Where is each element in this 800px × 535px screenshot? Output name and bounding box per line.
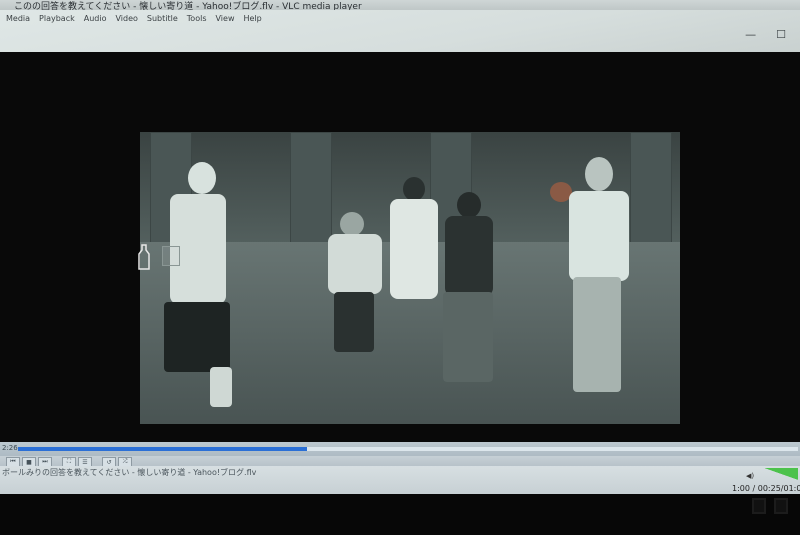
video-person xyxy=(320,212,390,362)
window-controls: — ☐ xyxy=(745,28,786,41)
menu-video[interactable]: Video xyxy=(115,14,137,23)
vlc-window: このの回答を教えてください - 懐しい寄り道 - Yahoo!ブログ.flv -… xyxy=(0,0,800,500)
status-time: 1:00 / 00:25/01:00 xyxy=(732,484,800,493)
menu-media[interactable]: Media xyxy=(6,14,30,23)
menu-view[interactable]: View xyxy=(216,14,235,23)
seek-time: 2:26 xyxy=(2,444,18,452)
bottle-icon xyxy=(138,244,150,270)
menu-help[interactable]: Help xyxy=(243,14,261,23)
projection-surround xyxy=(0,494,800,535)
menu-playback[interactable]: Playback xyxy=(39,14,75,23)
volume-slider[interactable] xyxy=(764,468,798,480)
menu-subtitle[interactable]: Subtitle xyxy=(147,14,178,23)
cursor-widget xyxy=(162,246,180,266)
seek-progress-fill xyxy=(18,447,307,451)
status-media-title: ボールみりの回答を教えてください - 懐しい寄り道 - Yahoo!ブログ.fl… xyxy=(2,468,257,477)
minimize-button[interactable]: — xyxy=(745,28,756,41)
menu-bar: Media Playback Audio Video Subtitle Tool… xyxy=(0,10,800,52)
video-person xyxy=(150,162,240,412)
window-title: このの回答を教えてください - 懐しい寄り道 - Yahoo!ブログ.flv -… xyxy=(14,2,362,10)
video-person xyxy=(555,157,640,417)
status-bar: ボールみりの回答を教えてください - 懐しい寄り道 - Yahoo!ブログ.fl… xyxy=(0,466,800,494)
dark-marks xyxy=(752,498,788,514)
speaker-icon[interactable]: ◀) xyxy=(746,472,754,480)
menu-audio[interactable]: Audio xyxy=(84,14,107,23)
video-frame[interactable] xyxy=(140,132,680,424)
menu-tools[interactable]: Tools xyxy=(187,14,207,23)
seek-bar[interactable]: 2:26 xyxy=(0,442,800,456)
maximize-button[interactable]: ☐ xyxy=(776,28,786,41)
menu-items: Media Playback Audio Video Subtitle Tool… xyxy=(6,14,262,23)
video-person xyxy=(435,192,505,392)
title-bar: このの回答を教えてください - 懐しい寄り道 - Yahoo!ブログ.flv -… xyxy=(0,0,800,10)
